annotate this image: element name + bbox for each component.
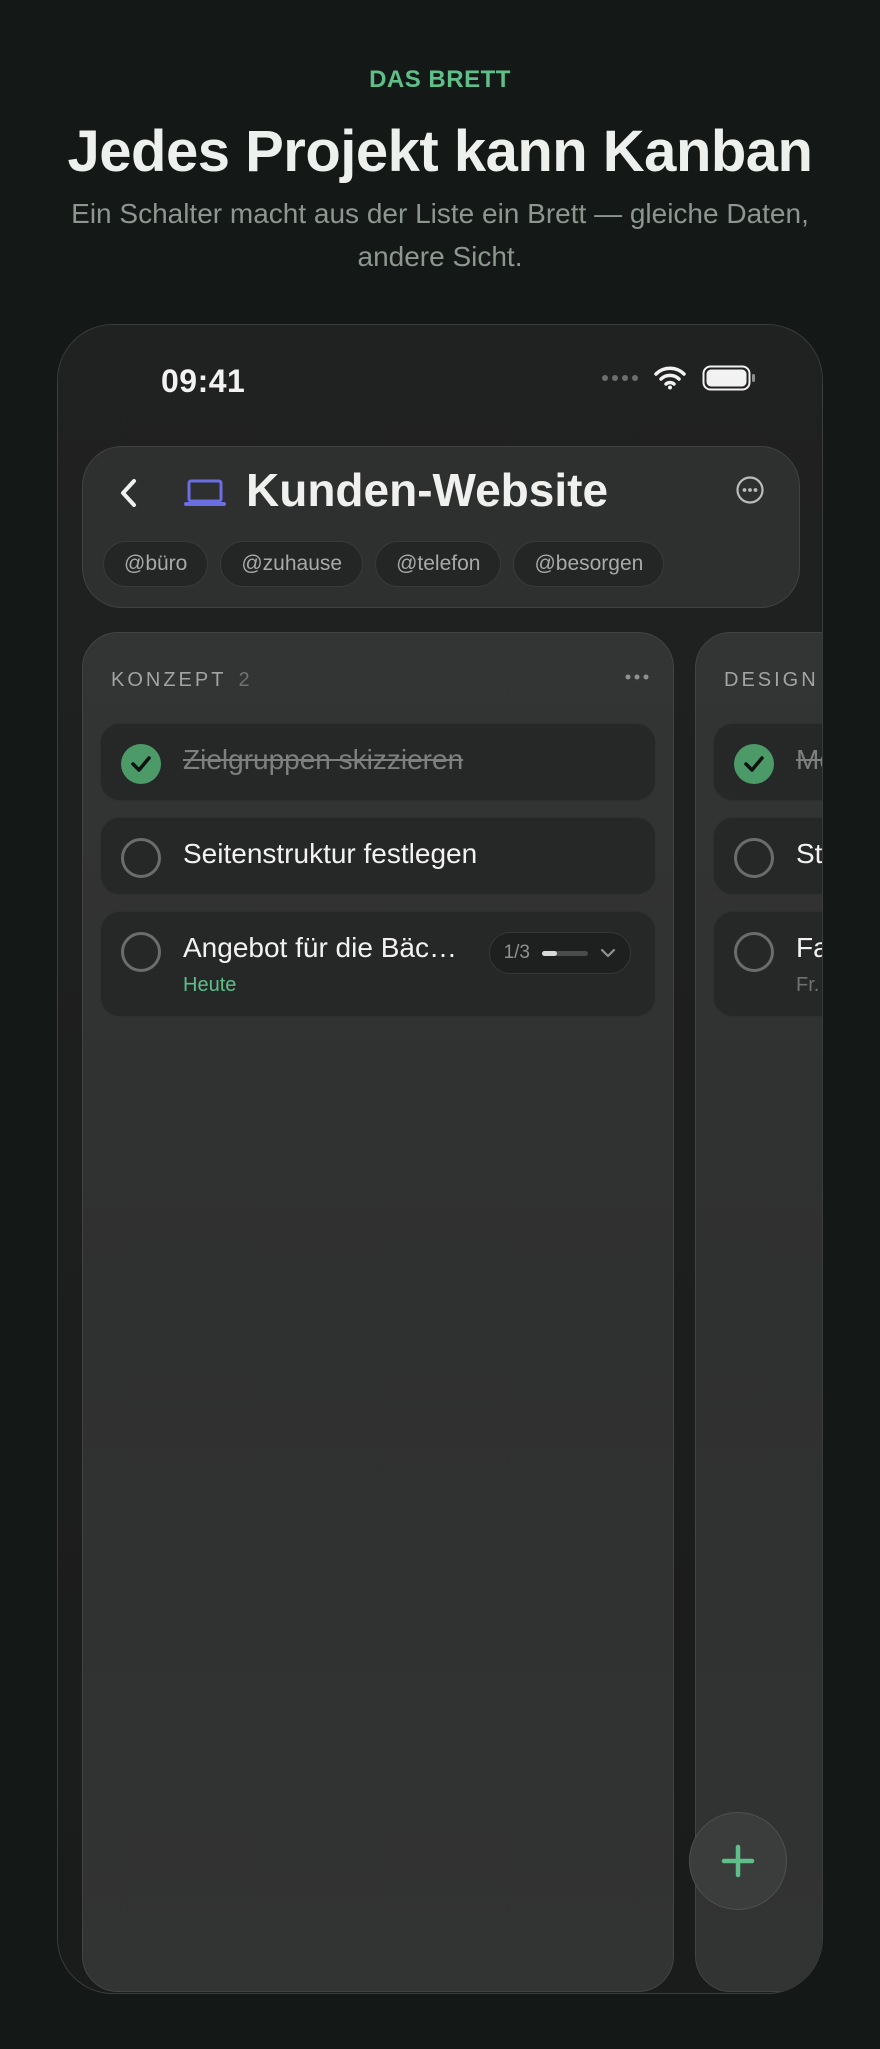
column-title: KONZEPT	[111, 669, 227, 691]
task-title: Mo	[796, 744, 822, 775]
task-due-date: Heute	[183, 974, 237, 996]
checkmark-icon	[744, 756, 764, 772]
add-task-button[interactable]	[689, 1812, 787, 1910]
task-card[interactable]: Mo	[713, 723, 822, 801]
tag-chip[interactable]: @zuhause	[220, 541, 364, 587]
battery-icon	[702, 365, 755, 391]
task-checkbox-checked[interactable]	[734, 744, 774, 784]
laptop-icon	[184, 479, 226, 506]
task-card[interactable]: St	[713, 817, 823, 895]
task-checkbox[interactable]	[734, 932, 774, 972]
project-title: Kunden-Website	[246, 464, 609, 516]
plus-icon	[721, 1844, 755, 1878]
task-checkbox[interactable]	[121, 932, 161, 972]
chevron-down-icon	[600, 948, 616, 958]
subtask-count: 1/3	[503, 942, 530, 963]
tag-chip[interactable]: @besorgen	[513, 541, 665, 587]
phone-frame: 09:41 Kunden-Website @büro @zuhause @tel…	[57, 324, 823, 1994]
column-count: 2	[238, 669, 250, 691]
task-card[interactable]: Angebot für die Bäc… Heute 1/3	[100, 911, 656, 1017]
section-subtitle: Ein Schalter macht aus der Liste ein Bre…	[71, 198, 809, 272]
task-title: Angebot für die Bäc…	[183, 932, 457, 963]
task-checkbox[interactable]	[121, 838, 161, 878]
task-title: Seitenstruktur festlegen	[183, 838, 478, 869]
signal-dots-icon	[602, 375, 638, 381]
subtask-progress-pill[interactable]: 1/3	[488, 932, 631, 974]
wifi-icon	[654, 366, 686, 390]
task-card[interactable]: Fa Fr.	[713, 911, 822, 1017]
project-header: Kunden-Website @büro @zuhause @telefon @…	[82, 446, 800, 608]
section-eyebrow: DAS BRETT	[369, 66, 511, 93]
task-title: St	[796, 838, 823, 869]
task-title: Zielgruppen skizzieren	[183, 744, 464, 775]
column-title: DESIGN	[724, 669, 819, 691]
back-chevron-icon[interactable]	[113, 473, 145, 513]
context-tags: @büro @zuhause @telefon @besorgen	[103, 541, 665, 587]
column-header: KONZEPT 2	[111, 669, 250, 692]
task-checkbox[interactable]	[734, 838, 774, 878]
column-more-icon[interactable]	[625, 673, 649, 681]
task-due-date: Fr.	[796, 974, 820, 996]
task-checkbox-checked[interactable]	[121, 744, 161, 784]
section-headline: Jedes Projekt kann Kanban	[67, 119, 813, 184]
task-card[interactable]: Zielgruppen skizzieren	[100, 723, 656, 801]
status-icons	[602, 365, 756, 391]
status-time: 09:41	[161, 363, 246, 399]
kanban-column-design: DESIGN Mo St Fa Fr.	[695, 632, 823, 1992]
task-title: Fa	[796, 932, 822, 963]
tag-chip[interactable]: @telefon	[375, 541, 502, 587]
column-header: DESIGN	[724, 669, 819, 692]
tag-chip[interactable]: @büro	[103, 541, 209, 587]
checkmark-icon	[131, 756, 151, 772]
more-options-icon[interactable]	[735, 475, 765, 505]
kanban-column-konzept: KONZEPT 2 Zielgruppen skizzieren Seitenst…	[82, 632, 674, 1992]
task-card[interactable]: Seitenstruktur festlegen	[100, 817, 656, 895]
subtask-progress-bar	[542, 950, 588, 956]
